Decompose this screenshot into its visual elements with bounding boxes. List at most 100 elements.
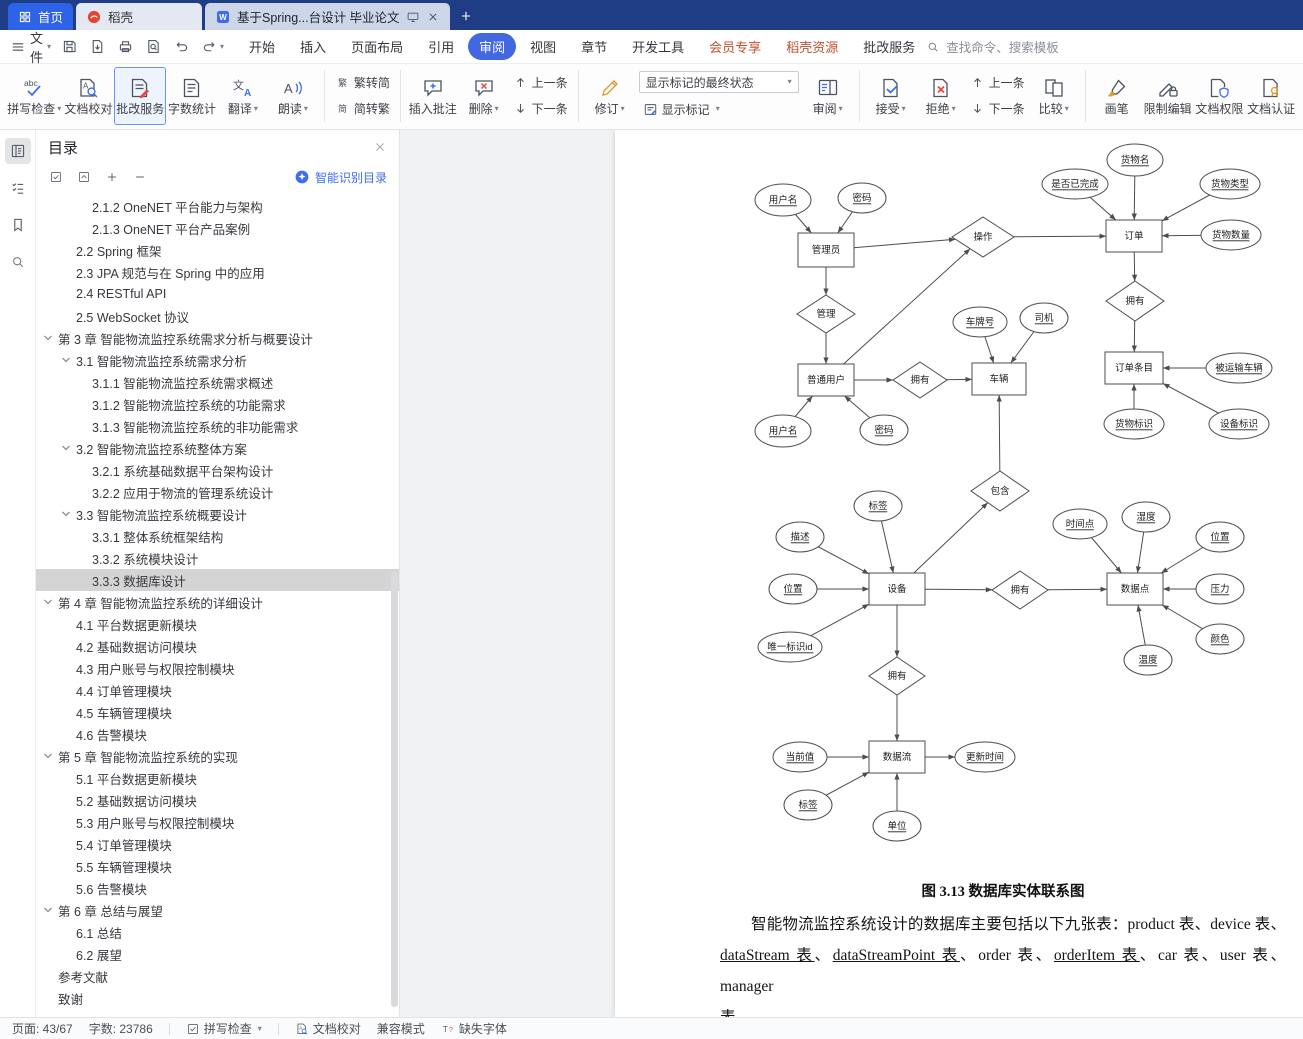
toc-item[interactable]: 3.2.1 系统基础数据平台架构设计 [36,459,399,481]
chevron-down-icon[interactable] [42,904,54,916]
menu-tab-insert[interactable]: 插入 [289,33,337,60]
toc-item[interactable]: 2.3 JPA 规范与在 Spring 中的应用 [36,261,399,283]
main-menu-button[interactable] [10,35,26,59]
track-changes-button[interactable]: 修订 ▾ [585,67,635,125]
menu-tab-dev-tools[interactable]: 开发工具 [621,33,695,60]
chevron-down-icon[interactable] [42,596,54,608]
status-spellcheck[interactable]: 拼写检查 ▾ [186,1020,262,1037]
next-comment-button[interactable]: 下一条 [509,98,572,120]
toc-item[interactable]: 6.2 展望 [36,943,399,965]
toc-item[interactable]: 3.3.2 系统模块设计 [36,547,399,569]
toc-item[interactable]: 第 5 章 智能物流监控系统的实现 [36,745,399,767]
toc-item[interactable]: 3.3.1 整体系统框架结构 [36,525,399,547]
toc-item[interactable]: 致谢 [36,987,399,1009]
chevron-down-icon[interactable] [60,508,72,520]
toc-item[interactable]: 2.1.3 OneNET 平台产品案例 [36,217,399,239]
status-page[interactable]: 页面: 43/67 [12,1020,73,1037]
menu-tab-section[interactable]: 章节 [570,33,618,60]
tab-document[interactable]: W 基于Spring...台设计 毕业论文 [205,3,450,30]
next-change-button[interactable]: 下一条 [966,98,1029,120]
save-button[interactable] [61,38,78,55]
translate-button[interactable]: 文 A 翻译 ▾ [218,67,268,125]
delete-comment-button[interactable]: 删除 ▾ [459,67,509,125]
toc-item[interactable]: 4.6 告警模块 [36,723,399,745]
toc-scrollbar-thumb[interactable] [391,570,398,1007]
toc-item[interactable]: 4.2 基础数据访问模块 [36,635,399,657]
toc-close-icon[interactable] [373,140,387,154]
sidebar-item-search[interactable] [5,249,31,275]
toc-item[interactable]: 4.1 平台数据更新模块 [36,613,399,635]
menu-tab-reference[interactable]: 引用 [417,33,465,60]
menu-tab-member[interactable]: 会员专享 [698,33,772,60]
toc-item[interactable]: 3.1.1 智能物流监控系统需求概述 [36,371,399,393]
toc-item[interactable]: 3.3 智能物流监控系统概要设计 [36,503,399,525]
tab-docer[interactable]: 稻壳 [76,3,203,30]
tab-home[interactable]: 首页 [8,3,74,30]
document-page[interactable]: 管理员 订单 普通用户 车辆 订单条目 设备 数据点 数据流 操作 管理 拥有 拥有 包含 拥有 拥有 用户名… [615,130,1303,1017]
file-menu[interactable]: 文件 ▾ [30,28,51,66]
smart-toc-button[interactable]: 智能识别目录 [294,169,387,186]
show-markup-button[interactable]: 显示标记 ▾ [639,98,799,120]
ink-button[interactable]: 画笔 [1092,67,1142,125]
toc-item[interactable]: 参考文献 [36,965,399,987]
toc-item[interactable]: 5.4 订单管理模块 [36,833,399,855]
toc-select-button[interactable] [48,169,64,185]
status-missing-font[interactable]: T? 缺失字体 [441,1020,507,1037]
toc-item[interactable]: 第 3 章 智能物流监控系统需求分析与概要设计 [36,327,399,349]
insert-comment-button[interactable]: 插入批注 [407,67,459,125]
menu-tab-start[interactable]: 开始 [238,33,286,60]
close-tab-icon[interactable] [426,10,440,24]
toc-item[interactable]: 4.5 车辆管理模块 [36,701,399,723]
toc-item[interactable]: 2.1.2 OneNET 平台能力与架构 [36,195,399,217]
toc-item[interactable]: 6.1 总结 [36,921,399,943]
status-word-count[interactable]: 字数: 23786 [89,1020,153,1037]
grading-service-button[interactable]: 批改服务 [114,66,167,125]
toc-item[interactable]: 2.4 RESTful API [36,283,399,305]
sidebar-item-checklist[interactable] [5,175,31,201]
proofread-button[interactable]: A 文档校对 [63,67,115,125]
command-search[interactable]: 查找命令、搜索模板 [926,37,1059,56]
trad-to-simp-button[interactable]: 繁繁转简 [331,72,394,94]
menu-tab-view[interactable]: 视图 [519,33,567,60]
toc-item[interactable]: 3.1 智能物流监控系统需求分析 [36,349,399,371]
menu-tab-docer-resource[interactable]: 稻壳资源 [775,33,849,60]
toc-item[interactable]: 3.2 智能物流监控系统整体方案 [36,437,399,459]
toc-item[interactable]: 5.5 车辆管理模块 [36,855,399,877]
status-compat-mode[interactable]: 兼容模式 [377,1020,425,1037]
export-pdf-button[interactable] [89,38,106,55]
toc-item[interactable]: 5.2 基础数据访问模块 [36,789,399,811]
toc-item[interactable]: 第 6 章 总结与展望 [36,899,399,921]
print-button[interactable] [117,38,134,55]
prev-comment-button[interactable]: 上一条 [509,72,572,94]
chevron-down-icon[interactable] [60,442,72,454]
toc-font-increase-button[interactable] [104,169,120,185]
accept-button[interactable]: 接受 ▾ [866,67,916,125]
toc-font-decrease-button[interactable] [132,169,148,185]
toc-item[interactable]: 4.3 用户账号与权限控制模块 [36,657,399,679]
monitor-icon[interactable] [406,10,420,24]
toc-item[interactable]: 2.2 Spring 框架 [36,239,399,261]
toc-item[interactable]: 第 4 章 智能物流监控系统的详细设计 [36,591,399,613]
menu-tab-grading-service[interactable]: 批改服务 [852,33,926,60]
spell-check-button[interactable]: abc 拼写检查 ▾ [6,67,63,125]
redo-button[interactable]: ▾ [201,38,224,55]
toc-item[interactable]: 3.1.3 智能物流监控系统的非功能需求 [36,415,399,437]
toc-item[interactable]: 5.1 平台数据更新模块 [36,767,399,789]
toc-item[interactable]: 2.5 WebSocket 协议 [36,305,399,327]
menu-tab-page-layout[interactable]: 页面布局 [340,33,414,60]
toc-item[interactable]: 5.6 告警模块 [36,877,399,899]
doc-permission-button[interactable]: 文档权限 [1193,67,1245,125]
toc-item[interactable]: 5.3 用户账号与权限控制模块 [36,811,399,833]
menu-tab-review[interactable]: 审阅 [468,33,517,60]
toc-item[interactable]: 3.3.3 数据库设计 [36,569,399,591]
review-pane-button[interactable]: 审阅 ▾ [803,67,853,125]
chevron-down-icon[interactable] [42,750,54,762]
toc-item[interactable]: 4.4 订单管理模块 [36,679,399,701]
toc-collapse-button[interactable] [76,169,92,185]
reject-button[interactable]: 拒绝 ▾ [916,67,966,125]
undo-button[interactable] [173,38,190,55]
new-tab-button[interactable] [453,3,479,29]
restrict-edit-button[interactable]: 限制编辑 [1142,67,1194,125]
sidebar-item-toc[interactable] [4,138,31,164]
doc-certify-button[interactable]: 文档认证 [1245,67,1297,125]
